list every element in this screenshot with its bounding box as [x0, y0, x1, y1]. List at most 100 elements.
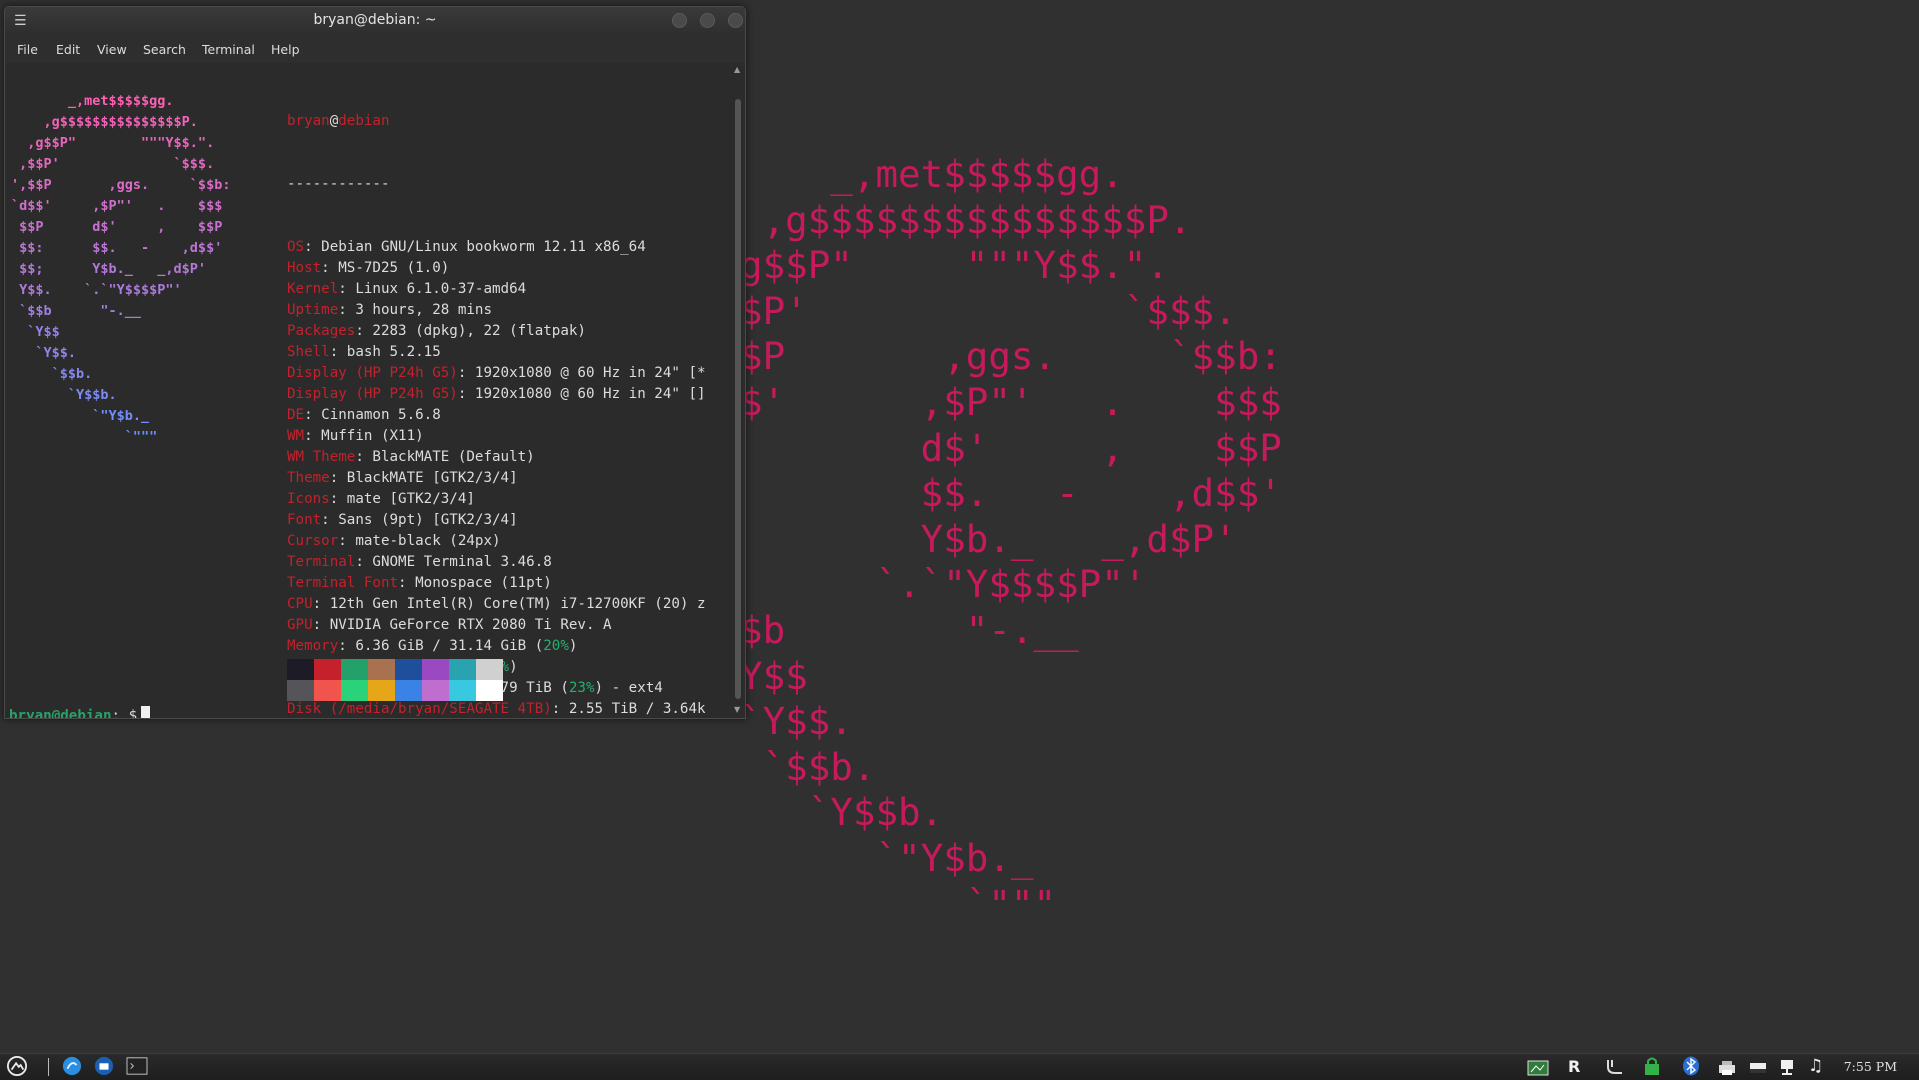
- info-key: WM: [287, 428, 305, 444]
- info-value: : 2283 (dpkg), 22 (flatpak): [355, 323, 586, 339]
- info-value: : 1920x1080 @ 60 Hz in 24" [*: [457, 365, 706, 381]
- info-key: Packages: [287, 323, 356, 339]
- wallpaper-line: Y$$: [740, 653, 808, 698]
- network-icon[interactable]: [1778, 1057, 1796, 1077]
- fastfetch-info: bryan@debian ------------ OS: Debian GNU…: [287, 69, 706, 718]
- terminal-icon[interactable]: [125, 1056, 149, 1076]
- terminal-output[interactable]: _,met$$$$$gg. ,g$$$$$$$$$$$$$$$P. ,g$$P"…: [5, 63, 731, 718]
- palette-swatch: [314, 680, 341, 701]
- minimize-button[interactable]: [672, 13, 687, 28]
- scroll-thumb[interactable]: [735, 99, 741, 699]
- info-value: : 2.55 TiB / 3.64k: [551, 701, 706, 717]
- bluetooth-icon[interactable]: [1682, 1056, 1700, 1076]
- prompt-user-host: bryan@debian: [9, 708, 112, 718]
- wallpaper-line: $b "-.__: [740, 607, 1079, 652]
- info-percent: 20%: [543, 638, 569, 654]
- info-value: : Monospace (11pt): [398, 575, 552, 591]
- info-key: CPU: [287, 596, 313, 612]
- info-value: : Cinnamon 5.6.8: [304, 407, 441, 423]
- plug-icon[interactable]: [1604, 1057, 1626, 1077]
- menu-file[interactable]: File: [17, 42, 38, 57]
- palette-swatch: [476, 659, 503, 680]
- info-value: : Muffin (X11): [304, 428, 424, 444]
- network-image-icon[interactable]: [1527, 1058, 1549, 1078]
- title-bar[interactable]: ☰ bryan@debian: ~: [5, 7, 745, 35]
- info-row: Disk (/media/bryan/SEAGATE 4TB): 2.55 Ti…: [287, 699, 706, 718]
- thunderbird-icon[interactable]: [93, 1056, 115, 1076]
- music-icon[interactable]: ♫: [1808, 1056, 1823, 1076]
- display-icon[interactable]: [1748, 1058, 1768, 1078]
- menu-terminal[interactable]: Terminal: [202, 42, 255, 57]
- info-key: OS: [287, 239, 305, 255]
- palette-swatch: [449, 680, 476, 701]
- menu-edit[interactable]: Edit: [56, 42, 80, 57]
- logo-line: $$: $$. - ,d$$': [11, 240, 223, 256]
- info-row: WM Theme: BlackMATE (Default): [287, 447, 706, 468]
- wallpaper-line: ,g$$$$$$$$$$$$$$$P.: [740, 197, 1192, 242]
- logo-line: `Y$$.: [11, 345, 77, 361]
- info-row: DE: Cinnamon 5.6.8: [287, 405, 706, 426]
- info-value: : bash 5.2.15: [329, 344, 441, 360]
- r-icon[interactable]: R: [1568, 1057, 1580, 1077]
- wallpaper-line: Y$b._ _,d$P': [740, 516, 1237, 561]
- logo-line: `d$$' ,$P"' . $$$: [11, 198, 223, 214]
- wallpaper-line: d$' , $$P: [740, 425, 1282, 470]
- wallpaper-line: `Y$$.: [740, 699, 853, 744]
- info-value: : mate [GTK2/3/4]: [329, 491, 475, 507]
- logo-line: _,met$$$$$gg.: [11, 93, 174, 109]
- info-value: : MS-7D25 (1.0): [321, 260, 450, 276]
- info-value: : 6.36 GiB / 31.14 GiB (: [338, 638, 544, 654]
- info-key: Host: [287, 260, 322, 276]
- info-tail: ): [509, 659, 518, 675]
- firefox-icon[interactable]: [61, 1056, 83, 1076]
- info-row: Packages: 2283 (dpkg), 22 (flatpak): [287, 321, 706, 342]
- logo-line: ',$$P ,ggs. `$$b:: [11, 177, 231, 193]
- info-row: Display (HP P24h G5): 1920x1080 @ 60 Hz …: [287, 363, 706, 384]
- info-value: : mate-black (24px): [338, 533, 501, 549]
- shell-prompt[interactable]: bryan@debian: $: [9, 706, 151, 718]
- info-tail: ): [568, 638, 578, 654]
- palette-swatch: [341, 659, 368, 680]
- menu-view[interactable]: View: [97, 42, 127, 57]
- maximize-button[interactable]: [700, 13, 715, 28]
- info-key: Theme: [287, 470, 330, 486]
- info-row: Kernel: Linux 6.1.0-37-amd64: [287, 279, 706, 300]
- info-row: Memory: 6.36 GiB / 31.14 GiB (20%): [287, 636, 706, 657]
- logo-line: `""": [11, 429, 158, 445]
- wallpaper-line: _,met$$$$$gg.: [740, 152, 1124, 196]
- info-key: Icons: [287, 491, 330, 507]
- palette-swatch: [341, 680, 368, 701]
- printer-icon[interactable]: [1717, 1058, 1737, 1078]
- terminal-window[interactable]: ☰ bryan@debian: ~ File Edit View Search …: [4, 6, 746, 719]
- logo-line: ,g$$$$$$$$$$$$$$$P.: [11, 114, 198, 130]
- logo-line: `$$b.: [11, 366, 93, 382]
- lock-icon[interactable]: [1644, 1056, 1660, 1076]
- prompt-sigil: : $: [111, 708, 138, 718]
- logo-line: Y$$. `.`"Y$$$$P"': [11, 282, 182, 298]
- scroll-up-icon[interactable]: ▲: [734, 65, 740, 74]
- menu-bar: File Edit View Search Terminal Help: [5, 35, 745, 63]
- info-percent: 23%: [568, 680, 595, 696]
- palette-swatch: [368, 659, 395, 680]
- menu-help[interactable]: Help: [271, 42, 300, 57]
- info-row: Host: MS-7D25 (1.0): [287, 258, 706, 279]
- info-key: Memory: [287, 638, 339, 654]
- info-row: Terminal: GNOME Terminal 3.46.8: [287, 552, 706, 573]
- menu-search[interactable]: Search: [143, 42, 186, 57]
- palette-swatch: [395, 680, 422, 701]
- scrollbar[interactable]: ▲ ▼: [731, 63, 745, 718]
- info-key: Display (HP P24h G5): [287, 386, 458, 402]
- info-host: debian: [338, 113, 390, 129]
- info-value: : GNOME Terminal 3.46.8: [355, 554, 552, 570]
- logo-line: `$$b "-.__: [11, 303, 142, 319]
- logo-line: ,g$$P" """Y$$.".: [11, 135, 215, 151]
- palette-swatch: [422, 680, 449, 701]
- info-row: GPU: NVIDIA GeForce RTX 2080 Ti Rev. A: [287, 615, 706, 636]
- clock[interactable]: 7:55 PM: [1844, 1059, 1897, 1074]
- close-button[interactable]: [728, 13, 743, 28]
- scroll-down-icon[interactable]: ▼: [734, 705, 740, 714]
- logo-line: ,$$P' `$$$.: [11, 156, 215, 172]
- menu-icon[interactable]: [6, 1056, 28, 1076]
- palette-swatch: [395, 659, 422, 680]
- wallpaper-line: $$. - ,d$$': [740, 471, 1282, 516]
